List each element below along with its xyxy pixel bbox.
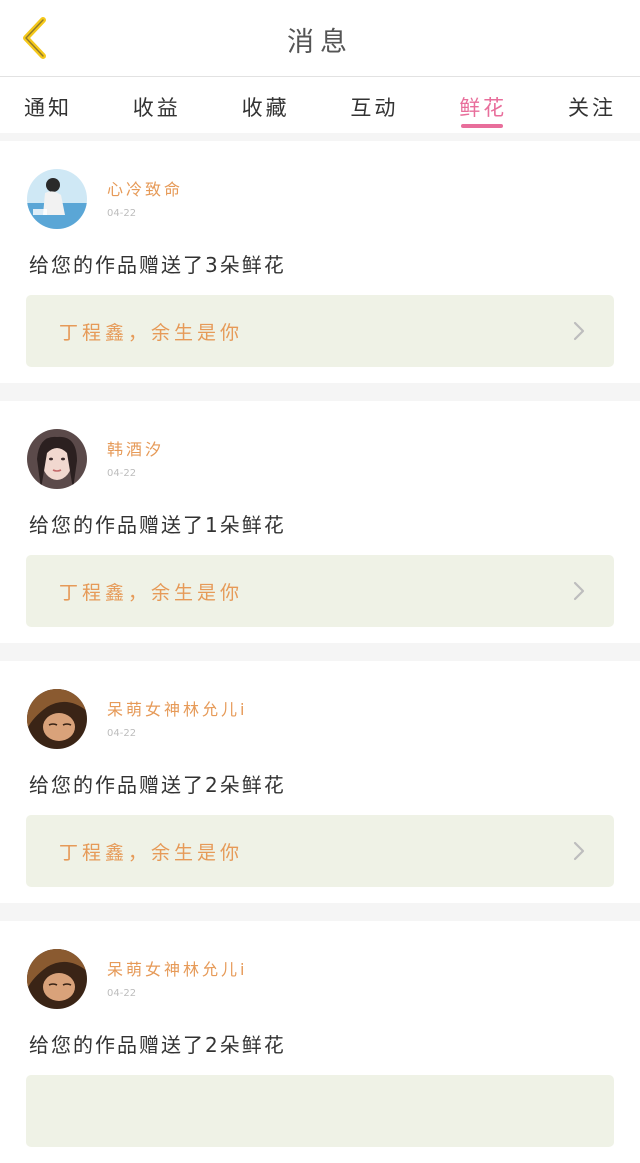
username[interactable]: 呆萌女神林允儿i [107, 696, 247, 720]
tab-following[interactable]: 关注 [568, 77, 616, 133]
message-card: 韩酒汐 04-22 给您的作品赠送了1朵鲜花 丁程鑫，余生是你 [0, 401, 640, 643]
message-text: 给您的作品赠送了2朵鲜花 [29, 773, 286, 797]
timestamp: 04-22 [107, 728, 137, 739]
chevron-right-icon [573, 841, 585, 861]
tab-earnings[interactable]: 收益 [133, 77, 181, 133]
message-card: 呆萌女神林允儿i 04-22 给您的作品赠送了2朵鲜花 [0, 921, 640, 1163]
message-card: 心冷致命 04-22 给您的作品赠送了3朵鲜花 丁程鑫，余生是你 [0, 141, 640, 383]
work-link[interactable] [26, 1075, 614, 1147]
tab-notifications[interactable]: 通知 [24, 77, 72, 133]
message-text: 给您的作品赠送了3朵鲜花 [29, 253, 286, 277]
timestamp: 04-22 [107, 468, 137, 479]
timestamp: 04-22 [107, 988, 137, 999]
page-title: 消息 [287, 27, 353, 58]
message-card: 呆萌女神林允儿i 04-22 给您的作品赠送了2朵鲜花 丁程鑫，余生是你 [0, 661, 640, 903]
tab-interactions[interactable]: 互动 [350, 77, 398, 133]
work-link[interactable]: 丁程鑫，余生是你 [26, 555, 614, 627]
avatar[interactable] [27, 429, 87, 489]
timestamp: 04-22 [107, 208, 137, 219]
avatar[interactable] [27, 689, 87, 749]
avatar[interactable] [27, 169, 87, 229]
username[interactable]: 心冷致命 [107, 176, 183, 200]
username[interactable]: 韩酒汐 [107, 436, 164, 460]
message-text: 给您的作品赠送了1朵鲜花 [29, 513, 286, 537]
username[interactable]: 呆萌女神林允儿i [107, 956, 247, 980]
chevron-right-icon [573, 321, 585, 341]
tab-flowers[interactable]: 鲜花 [459, 77, 507, 133]
work-title: 丁程鑫，余生是你 [59, 842, 244, 864]
top-bar: 消息 [0, 0, 640, 77]
work-title: 丁程鑫，余生是你 [59, 322, 244, 344]
work-link[interactable]: 丁程鑫，余生是你 [26, 295, 614, 367]
chevron-right-icon [573, 581, 585, 601]
avatar[interactable] [27, 949, 87, 1009]
work-link[interactable]: 丁程鑫，余生是你 [26, 815, 614, 887]
work-title: 丁程鑫，余生是你 [59, 582, 244, 604]
tab-bar: 通知 收益 收藏 互动 鲜花 关注 [0, 77, 640, 133]
message-text: 给您的作品赠送了2朵鲜花 [29, 1033, 286, 1057]
tab-favorites[interactable]: 收藏 [242, 77, 290, 133]
